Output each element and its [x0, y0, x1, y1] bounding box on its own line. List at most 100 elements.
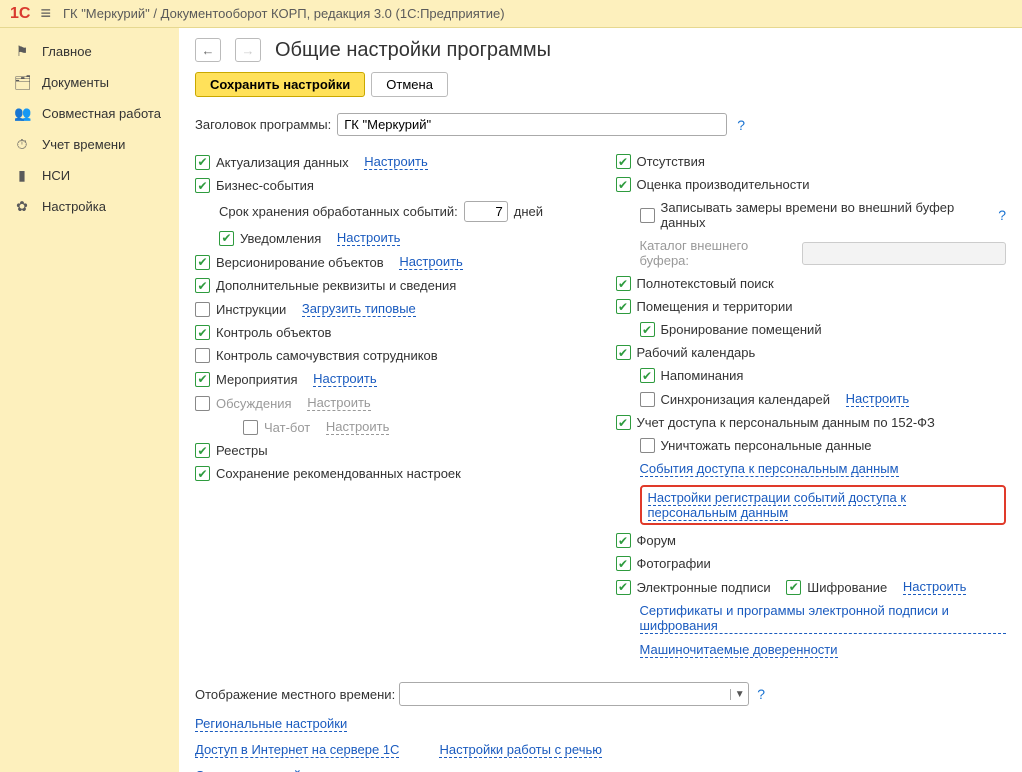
label-fulltext: Полнотекстовый поиск — [637, 276, 774, 291]
checkbox-perf-write[interactable] — [640, 208, 655, 223]
chevron-down-icon[interactable]: ▼ — [730, 689, 748, 700]
checkbox-esign[interactable] — [616, 580, 631, 595]
book-icon: ▮ — [14, 167, 30, 184]
checkbox-encrypt[interactable] — [786, 580, 801, 595]
checkbox-pdn[interactable] — [616, 415, 631, 430]
perf-catalog-input — [802, 242, 1006, 265]
checkbox-events[interactable] — [195, 372, 210, 387]
checkbox-control-objects[interactable] — [195, 325, 210, 340]
sidebar: ⚑ Главное 🗂 Документы 👥 Совместная работ… — [0, 28, 179, 772]
cancel-button[interactable]: Отмена — [371, 72, 448, 97]
checkbox-actualize[interactable] — [195, 155, 210, 170]
label-retention: Срок хранения обработанных событий: — [219, 204, 458, 219]
link-configure-events[interactable]: Настроить — [313, 371, 377, 387]
checkbox-reminders[interactable] — [640, 368, 655, 383]
sidebar-item-documents[interactable]: 🗂 Документы — [0, 67, 179, 98]
link-configure-notifications[interactable]: Настроить — [337, 230, 401, 246]
help-icon[interactable]: ? — [998, 207, 1006, 223]
sidebar-label: Совместная работа — [42, 106, 161, 121]
label-perf-catalog: Каталог внешнего буфера: — [640, 238, 797, 268]
checkbox-absence[interactable] — [616, 154, 631, 169]
highlight-pdn-settings: Настройки регистрации событий доступа к … — [640, 485, 1007, 525]
checkbox-photos[interactable] — [616, 556, 631, 571]
sidebar-item-main[interactable]: ⚑ Главное — [0, 36, 179, 67]
clock-icon: ⏱ — [14, 136, 30, 153]
label-localtime: Отображение местного времени: — [195, 687, 395, 702]
checkbox-extra-attrs[interactable] — [195, 278, 210, 293]
link-machine-readable[interactable]: Машиночитаемые доверенности — [640, 642, 838, 658]
users-icon: 👥 — [14, 105, 30, 122]
label-instructions: Инструкции — [216, 302, 286, 317]
link-pdn-settings[interactable]: Настройки регистрации событий доступа к … — [648, 490, 907, 521]
label-perf-write: Записывать замеры времени во внешний буф… — [661, 200, 989, 230]
checkbox-save-recommended[interactable] — [195, 466, 210, 481]
sidebar-item-time[interactable]: ⏱ Учет времени — [0, 129, 179, 160]
label-extra-attrs: Дополнительные реквизиты и сведения — [216, 278, 456, 293]
link-load-typical[interactable]: Загрузить типовые — [302, 301, 416, 317]
link-queue[interactable]: Очередь заданий — [195, 768, 301, 772]
label-versioning: Версионирование объектов — [216, 255, 384, 270]
label-booking: Бронирование помещений — [661, 322, 822, 337]
checkbox-cal-sync[interactable] — [640, 392, 655, 407]
label-forum: Форум — [637, 533, 677, 548]
label-cal-sync: Синхронизация календарей — [661, 392, 831, 407]
label-pdn-destroy: Уничтожать персональные данные — [661, 438, 872, 453]
checkbox-rooms[interactable] — [616, 299, 631, 314]
label-save-recommended: Сохранение рекомендованных настроек — [216, 466, 461, 481]
sidebar-item-settings[interactable]: ✿ Настройка — [0, 191, 179, 222]
label-pdn: Учет доступа к персональным данным по 15… — [637, 415, 935, 430]
link-configure-versioning[interactable]: Настроить — [399, 254, 463, 270]
menu-burger-icon[interactable]: ≡ — [40, 3, 51, 24]
label-reminders: Напоминания — [661, 368, 744, 383]
checkbox-business[interactable] — [195, 178, 210, 193]
program-title-label: Заголовок программы: — [195, 117, 331, 132]
checkbox-booking[interactable] — [640, 322, 655, 337]
retention-input[interactable] — [464, 201, 508, 222]
label-calendar: Рабочий календарь — [637, 345, 756, 360]
folder-icon: 🗂 — [14, 74, 30, 91]
link-internet[interactable]: Доступ в Интернет на сервере 1С — [195, 742, 399, 758]
link-configure-actualize[interactable]: Настроить — [364, 154, 428, 170]
program-title-input[interactable] — [337, 113, 727, 136]
sidebar-item-collab[interactable]: 👥 Совместная работа — [0, 98, 179, 129]
label-encrypt: Шифрование — [807, 580, 887, 595]
checkbox-discussions[interactable] — [195, 396, 210, 411]
checkbox-perf[interactable] — [616, 177, 631, 192]
logo-1c: 1С — [10, 5, 30, 23]
link-pdn-events[interactable]: События доступа к персональным данным — [640, 461, 899, 477]
link-configure-cal-sync[interactable]: Настроить — [846, 391, 910, 407]
label-chatbot: Чат-бот — [264, 420, 310, 435]
sidebar-label: Учет времени — [42, 137, 125, 152]
checkbox-versioning[interactable] — [195, 255, 210, 270]
label-retention-unit: дней — [514, 204, 543, 219]
checkbox-calendar[interactable] — [616, 345, 631, 360]
sidebar-label: НСИ — [42, 168, 70, 183]
checkbox-instructions[interactable] — [195, 302, 210, 317]
nav-forward-button[interactable]: → — [235, 38, 261, 62]
link-certs[interactable]: Сертификаты и программы электронной подп… — [640, 603, 1007, 634]
sidebar-label: Главное — [42, 44, 92, 59]
label-rooms: Помещения и территории — [637, 299, 793, 314]
checkbox-chatbot — [243, 420, 258, 435]
link-regional[interactable]: Региональные настройки — [195, 716, 347, 732]
checkbox-control-health[interactable] — [195, 348, 210, 363]
checkbox-pdn-destroy[interactable] — [640, 438, 655, 453]
label-perf: Оценка производительности — [637, 177, 810, 192]
flag-icon: ⚑ — [14, 43, 30, 60]
checkbox-notifications[interactable] — [219, 231, 234, 246]
label-photos: Фотографии — [637, 556, 711, 571]
link-configure-discussions[interactable]: Настроить — [307, 395, 371, 411]
help-icon[interactable]: ? — [737, 117, 745, 133]
nav-back-button[interactable]: ← — [195, 38, 221, 62]
link-speech[interactable]: Настройки работы с речью — [439, 742, 602, 758]
label-registries: Реестры — [216, 443, 268, 458]
sidebar-label: Настройка — [42, 199, 106, 214]
sidebar-item-nsi[interactable]: ▮ НСИ — [0, 160, 179, 191]
link-configure-esign[interactable]: Настроить — [903, 579, 967, 595]
checkbox-registries[interactable] — [195, 443, 210, 458]
save-button[interactable]: Сохранить настройки — [195, 72, 365, 97]
localtime-select[interactable]: ▼ — [399, 682, 749, 706]
checkbox-forum[interactable] — [616, 533, 631, 548]
checkbox-fulltext[interactable] — [616, 276, 631, 291]
help-icon[interactable]: ? — [757, 686, 765, 702]
